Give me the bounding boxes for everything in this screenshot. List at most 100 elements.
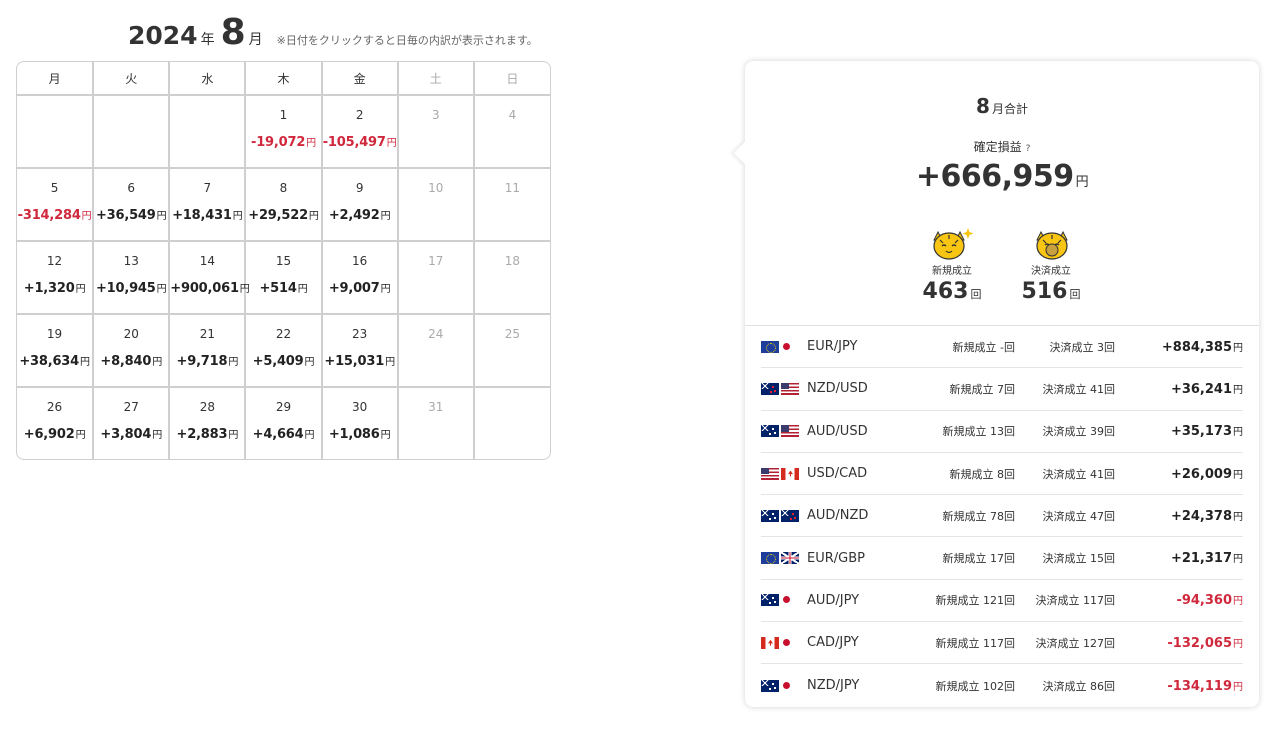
calendar-day-cell[interactable]: 18 bbox=[473, 241, 550, 315]
calendar-day-cell[interactable]: 10 bbox=[397, 168, 475, 242]
day-pnl-value: +4,664 bbox=[252, 427, 304, 442]
realized-profit-value: +666,959 bbox=[915, 159, 1074, 194]
calendar-day-cell[interactable]: 30 +1,086円 bbox=[321, 387, 399, 459]
pair-settle-count: 決済成立 3回 bbox=[1049, 340, 1116, 354]
year-unit: 年 bbox=[200, 32, 215, 48]
calendar-day-cell[interactable]: 24 bbox=[397, 314, 475, 388]
yen-unit: 円 bbox=[228, 430, 239, 441]
yen-unit: 円 bbox=[1233, 596, 1243, 608]
japan-flag-icon bbox=[781, 340, 793, 353]
yen-unit: 円 bbox=[156, 211, 167, 222]
calendar-day-cell[interactable]: 13 +10,945円 bbox=[93, 241, 171, 315]
help-icon[interactable]: ? bbox=[1026, 144, 1031, 154]
pair-name: CAD/JPY bbox=[807, 635, 859, 651]
day-pnl: +18,431円 bbox=[170, 207, 244, 223]
currency-pair-row[interactable]: EUR/GBP 新規成立 17回 決済成立 15回 +21,317円 bbox=[761, 537, 1243, 580]
currency-pair-row[interactable]: CAD/JPY 新規成立 117回 決済成立 127回 -132,065円 bbox=[761, 622, 1243, 665]
calendar-day-cell[interactable]: 28 +2,883円 bbox=[169, 387, 247, 459]
australia-flag-icon bbox=[761, 594, 779, 607]
day-pnl-value: +6,902 bbox=[23, 427, 75, 442]
new-trades-label: 新規成立 bbox=[932, 266, 972, 277]
pair-pnl: +26,009円 bbox=[1171, 466, 1243, 482]
day-number: 3 bbox=[431, 108, 440, 122]
weekday-header: 木 bbox=[245, 62, 323, 96]
settled-trades-value: 516 bbox=[1021, 279, 1068, 304]
yen-unit: 円 bbox=[1233, 681, 1243, 693]
pair-flags bbox=[761, 467, 799, 480]
pair-flags bbox=[761, 552, 799, 565]
calendar-day-cell[interactable]: 17 bbox=[397, 241, 475, 315]
calendar-day-cell[interactable]: 1 -19,072円 bbox=[245, 95, 323, 169]
calendar-day-cell[interactable]: 11 bbox=[473, 168, 550, 242]
calendar-day-cell[interactable]: 26 +6,902円 bbox=[17, 387, 95, 459]
calendar-day-cell[interactable]: 14 +900,061円 bbox=[169, 241, 250, 315]
calendar-day-cell[interactable]: 12 +1,320円 bbox=[17, 241, 95, 315]
currency-pair-row[interactable]: EUR/JPY 新規成立 -回 決済成立 3回 +884,385円 bbox=[761, 326, 1243, 369]
calendar-day-cell[interactable]: 23 +15,031円 bbox=[321, 314, 399, 388]
calendar-day-cell[interactable]: 29 +4,664円 bbox=[245, 387, 323, 459]
calendar-day-cell[interactable]: 16 +9,007円 bbox=[321, 241, 399, 315]
currency-pair-row[interactable]: NZD/USD 新規成立 7回 決済成立 41回 +36,241円 bbox=[761, 368, 1243, 411]
day-pnl: +29,522円 bbox=[246, 207, 320, 223]
pair-name: EUR/JPY bbox=[807, 339, 858, 355]
currency-pair-row[interactable]: NZD/JPY 新規成立 102回 決済成立 86回 -134,119円 bbox=[761, 664, 1243, 706]
calendar-day-cell[interactable]: 25 bbox=[473, 314, 550, 388]
day-pnl-value: +5,409 bbox=[252, 354, 304, 369]
month-value: 8 bbox=[220, 12, 246, 53]
calendar-week-row: 1 -19,072円 2 -105,497円 3 4 bbox=[17, 95, 550, 169]
yen-unit: 円 bbox=[1233, 427, 1243, 439]
day-pnl-value: +10,945 bbox=[95, 281, 156, 296]
calendar-day-cell[interactable]: 15 +514円 bbox=[245, 241, 323, 315]
calendar-day-cell[interactable]: 19 +38,634円 bbox=[17, 314, 95, 388]
japan-flag-icon bbox=[781, 636, 793, 649]
month-unit: 月 bbox=[248, 32, 263, 48]
day-number: 9 bbox=[355, 181, 364, 195]
day-number: 2 bbox=[355, 108, 364, 122]
day-number: 24 bbox=[428, 327, 444, 341]
yen-unit: 円 bbox=[380, 284, 391, 295]
pair-flags bbox=[761, 382, 799, 395]
weekday-header: 火 bbox=[93, 62, 171, 96]
calendar-day-cell[interactable]: 27 +3,804円 bbox=[93, 387, 171, 459]
settled-trades-stat: 決済成立 516 回 bbox=[1011, 226, 1091, 304]
day-pnl: +10,945円 bbox=[94, 280, 168, 296]
pair-settle-count: 決済成立 86回 bbox=[1042, 679, 1116, 693]
pair-name: AUD/USD bbox=[807, 423, 868, 439]
day-pnl: -314,284円 bbox=[17, 207, 92, 223]
pair-pnl: -134,119円 bbox=[1167, 678, 1243, 694]
calendar-day-cell[interactable]: 22 +5,409円 bbox=[245, 314, 323, 388]
day-pnl-value: +36,549 bbox=[95, 208, 156, 223]
day-number: 28 bbox=[199, 400, 215, 414]
day-pnl-value: +8,840 bbox=[100, 354, 152, 369]
day-pnl: +900,061円 bbox=[170, 280, 250, 296]
day-number: 13 bbox=[123, 254, 139, 268]
calendar-day-cell[interactable]: 9 +2,492円 bbox=[321, 168, 399, 242]
calendar-day-cell[interactable]: 2 -105,497円 bbox=[321, 95, 399, 169]
pair-pnl-value: +21,317 bbox=[1170, 551, 1232, 567]
pair-settle-count: 決済成立 41回 bbox=[1042, 382, 1116, 396]
pair-pnl: +35,173円 bbox=[1171, 423, 1243, 439]
calendar-day-cell[interactable]: 8 +29,522円 bbox=[245, 168, 323, 242]
day-pnl-value: +1,086 bbox=[328, 427, 380, 442]
calendar-day-cell[interactable]: 21 +9,718円 bbox=[169, 314, 247, 388]
currency-pair-row[interactable]: AUD/JPY 新規成立 121回 決済成立 117回 -94,360円 bbox=[761, 580, 1243, 623]
summary-title-unit: 月合計 bbox=[991, 102, 1028, 116]
calendar-day-cell[interactable]: 31 bbox=[397, 387, 475, 459]
calendar-day-cell[interactable]: 6 +36,549円 bbox=[93, 168, 171, 242]
calendar-day-cell[interactable]: 5 -314,284円 bbox=[17, 168, 95, 242]
currency-pair-row[interactable]: AUD/USD 新規成立 13回 決済成立 39回 +35,173円 bbox=[761, 411, 1243, 453]
day-pnl: +2,883円 bbox=[170, 426, 244, 442]
calendar-day-cell[interactable]: 20 +8,840円 bbox=[93, 314, 171, 388]
pair-new-count: 新規成立 117回 bbox=[935, 636, 1016, 650]
day-pnl-value: -19,072 bbox=[251, 135, 306, 150]
currency-pair-row[interactable]: USD/CAD 新規成立 8回 決済成立 41回 +26,009円 bbox=[761, 453, 1243, 496]
day-pnl: +15,031円 bbox=[323, 353, 397, 369]
calendar-day-cell[interactable]: 3 bbox=[397, 95, 475, 169]
currency-pair-row[interactable]: AUD/NZD 新規成立 78回 決済成立 47回 +24,378円 bbox=[761, 495, 1243, 538]
calendar-day-cell[interactable]: 4 bbox=[473, 95, 550, 169]
pair-pnl-value: +26,009 bbox=[1170, 466, 1232, 482]
day-pnl-value: +2,883 bbox=[176, 427, 228, 442]
pair-pnl: +21,317円 bbox=[1171, 550, 1243, 566]
day-number: 25 bbox=[504, 327, 521, 341]
calendar-day-cell[interactable]: 7 +18,431円 bbox=[169, 168, 247, 242]
